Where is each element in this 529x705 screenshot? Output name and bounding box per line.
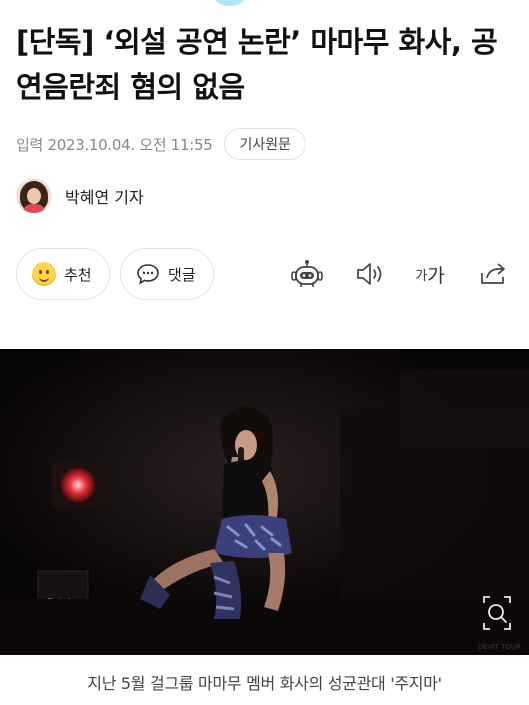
reporter-avatar [16,178,52,214]
font-size-button[interactable]: 가 가 [410,258,450,290]
photo-caption: 지난 5월 걸그룹 마마무 멤버 화사의 성균관대 '주지마' [87,674,442,693]
robot-icon [291,260,323,287]
reporter-name[interactable]: 박혜연 기자 [65,184,144,208]
ai-summary-button[interactable] [288,258,326,290]
speaker-icon [357,263,382,285]
comment-button[interactable]: 댓글 [120,248,214,300]
font-big-glyph: 가 [427,264,445,287]
comment-label: 댓글 [168,265,196,284]
published-date: 입력 2023.10.04. 오전 11:55 [16,135,213,154]
article-actions: 추천 댓글 가 가 [16,248,516,300]
comment-bubble-icon [136,263,160,285]
article-photo[interactable]: Point DEVIT TOUR [0,349,529,655]
text-to-speech-button[interactable] [352,258,386,290]
recommend-label: 추천 [64,265,92,284]
top-peek-shape [215,0,245,6]
share-button[interactable] [476,258,510,290]
stage-photo-illustration: Point DEVIT TOUR [0,349,529,655]
recommend-button[interactable]: 추천 [16,248,110,300]
article-meta: 입력 2023.10.04. 오전 11:55 기사원문 [16,128,516,160]
reporter-byline[interactable]: 박혜연 기자 [16,178,144,214]
article-headline: [단독] ‘외설 공연 논란’ 마마무 화사, 공연음란죄 혐의 없음 [16,25,498,104]
font-small-glyph: 가 [415,268,428,284]
corner-watermark: DEVIT TOUR [478,643,521,651]
smiley-icon [32,262,56,286]
original-article-button[interactable]: 기사원문 [224,128,307,160]
share-icon [481,263,505,284]
